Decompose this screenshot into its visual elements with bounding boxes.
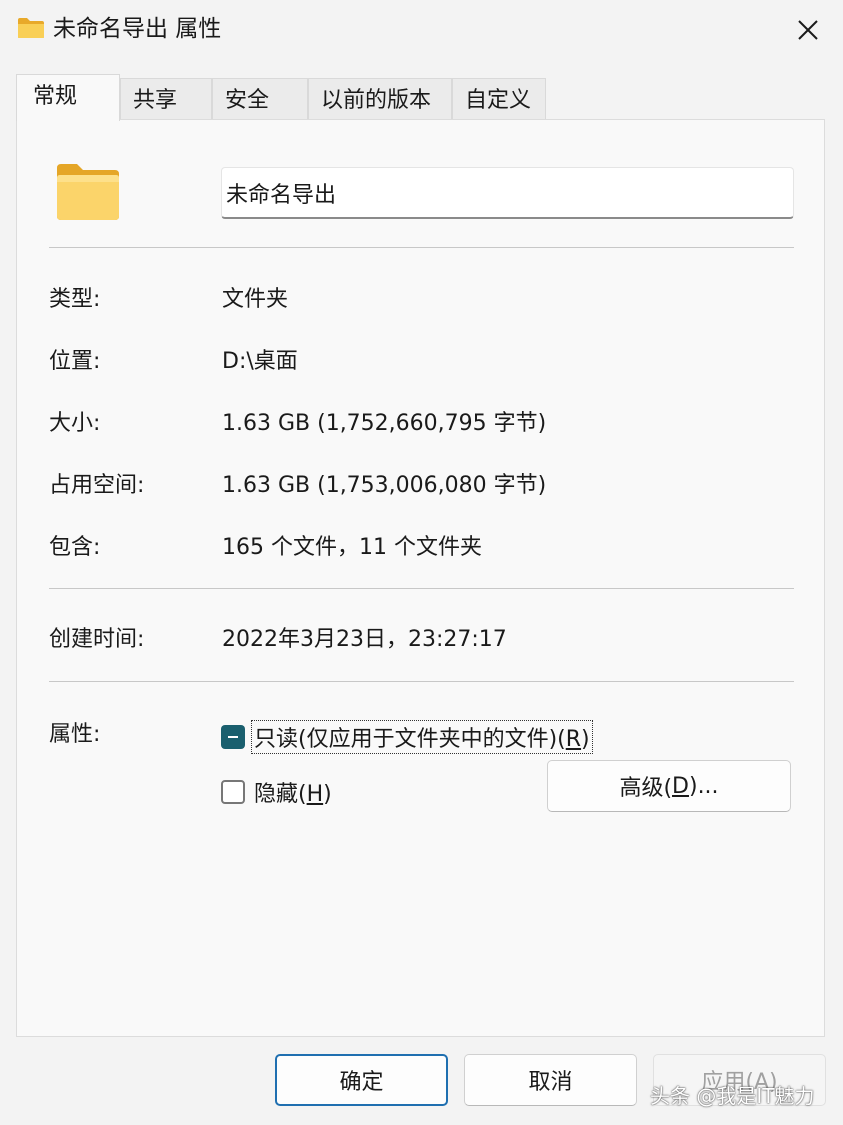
hidden-label: 隐藏(H) [254,782,332,807]
hidden-checkbox[interactable] [221,780,245,804]
size-label: 大小: [49,411,101,436]
tab-general[interactable]: 常规 [16,74,120,121]
readonly-label: 只读(仅应用于文件夹中的文件)(R) [251,720,593,754]
folder-name-input[interactable]: 未命名导出 [221,167,794,219]
cancel-button[interactable]: 取消 [464,1054,637,1106]
readonly-checkbox[interactable] [221,725,245,749]
ok-button[interactable]: 确定 [275,1054,448,1106]
tab-sharing[interactable]: 共享 [120,78,212,120]
tab-customize[interactable]: 自定义 [452,78,546,120]
type-label: 类型: [49,287,101,312]
created-value: 2022年3月23日，23:27:17 [222,627,507,652]
contains-label: 包含: [49,535,101,560]
properties-dialog: 未命名导出 属性 常规 共享 安全 以前的版本 自定义 未命名导出 类型: 文件… [0,0,843,1125]
close-icon [798,20,818,40]
location-value: D:\桌面 [222,349,298,374]
size-on-disk-label: 占用空间: [49,473,145,498]
location-label: 位置: [49,349,101,374]
tab-security[interactable]: 安全 [212,78,308,120]
tab-previous-versions[interactable]: 以前的版本 [308,78,452,120]
general-panel: 未命名导出 类型: 文件夹 位置: D:\桌面 大小: 1.63 GB (1,7… [16,119,825,1037]
type-value: 文件夹 [222,287,289,312]
minus-icon [228,736,238,738]
title-bar: 未命名导出 属性 [0,0,843,60]
large-folder-icon [57,164,119,220]
size-value: 1.63 GB (1,752,660,795 字节) [222,411,547,436]
divider [49,247,794,248]
contains-value: 165 个文件，11 个文件夹 [222,535,482,560]
divider [49,681,794,682]
close-button[interactable] [784,6,832,54]
advanced-button[interactable]: 高级(D)... [547,760,791,812]
attributes-label: 属性: [49,722,101,747]
folder-icon [18,18,44,38]
watermark-text: 头条 @我是IT魅力 [650,1084,815,1108]
created-label: 创建时间: [49,627,145,652]
readonly-checkbox-row[interactable]: 只读(仅应用于文件夹中的文件)(R) [221,720,593,754]
window-title: 未命名导出 属性 [53,16,222,42]
size-on-disk-value: 1.63 GB (1,753,006,080 字节) [222,473,547,498]
hidden-checkbox-row[interactable]: 隐藏(H) [221,776,332,808]
divider [49,588,794,589]
